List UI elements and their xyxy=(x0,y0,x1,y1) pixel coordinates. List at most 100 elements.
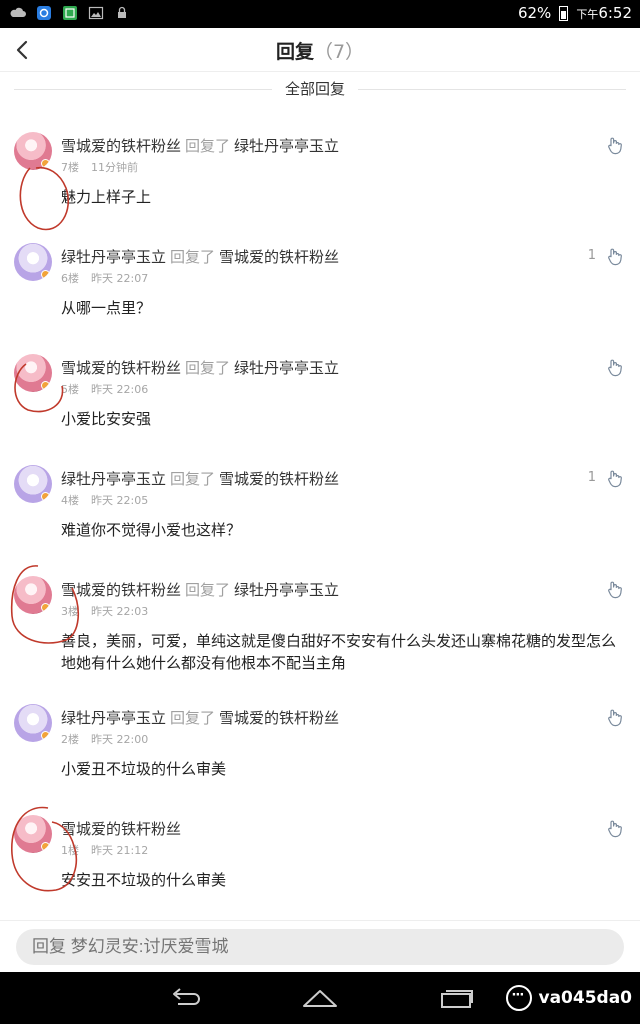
author-name[interactable]: 雪城爱的铁杆粉丝 xyxy=(61,820,181,838)
floor-number: 1楼 xyxy=(61,844,79,857)
reply-verb: 回复了 xyxy=(185,137,231,155)
reply-meta: 6楼 昨天 22:07 xyxy=(61,270,148,286)
avatar[interactable] xyxy=(14,243,52,281)
clock: 下午6:52 xyxy=(576,4,632,22)
reply-time: 昨天 22:05 xyxy=(91,494,149,507)
reply-text[interactable]: 小爱丑不垃圾的什么审美 xyxy=(61,758,627,780)
target-name[interactable]: 雪城爱的铁杆粉丝 xyxy=(219,248,339,266)
reply-verb: 回复了 xyxy=(170,470,216,488)
target-name[interactable]: 雪城爱的铁杆粉丝 xyxy=(219,709,339,727)
reply-count: （7） xyxy=(313,41,365,63)
like-hand-icon[interactable] xyxy=(606,579,624,599)
author-name[interactable]: 雪城爱的铁杆粉丝 xyxy=(61,359,181,377)
floor-number: 6楼 xyxy=(61,272,79,285)
system-back-icon[interactable] xyxy=(166,986,206,1010)
reply-header: 雪城爱的铁杆粉丝 回复了 绿牡丹亭亭玉立 xyxy=(61,579,339,600)
reply-meta: 2楼 昨天 22:00 xyxy=(61,731,148,747)
like-hand-icon[interactable] xyxy=(606,707,624,727)
floor-number: 3楼 xyxy=(61,605,79,618)
reply-verb: 回复了 xyxy=(185,359,231,377)
reply-input[interactable] xyxy=(16,929,624,965)
author-name[interactable]: 绿牡丹亭亭玉立 xyxy=(61,248,166,266)
author-name[interactable]: 雪城爱的铁杆粉丝 xyxy=(61,581,181,599)
reply-verb: 回复了 xyxy=(170,248,216,266)
lock-icon xyxy=(118,6,126,18)
battery-percent: 62% xyxy=(517,4,552,22)
time-value: 6:52 xyxy=(598,4,632,22)
reply-list: 雪城爱的铁杆粉丝 回复了 绿牡丹亭亭玉立 7楼 11分钟前 魅力上样子上 绿牡丹亭亭玉… xyxy=(0,124,640,918)
reply-item: 雪城爱的铁杆粉丝 回复了 绿牡丹亭亭玉立 5楼 昨天 22:06 小爱比安安强 xyxy=(0,346,640,457)
avatar[interactable] xyxy=(14,704,52,742)
author-name[interactable]: 雪城爱的铁杆粉丝 xyxy=(61,137,181,155)
watermark: va045da0 xyxy=(506,985,632,1011)
like-hand-icon[interactable] xyxy=(606,468,624,488)
like-hand-icon[interactable] xyxy=(606,246,624,266)
reply-header: 雪城爱的铁杆粉丝 回复了 绿牡丹亭亭玉立 xyxy=(61,135,339,156)
avatar[interactable] xyxy=(14,815,52,853)
floor-number: 5楼 xyxy=(61,383,79,396)
reply-meta: 1楼 昨天 21:12 xyxy=(61,842,148,858)
watermark-text: va045da0 xyxy=(538,988,632,1008)
avatar[interactable] xyxy=(14,576,52,614)
reply-meta: 7楼 11分钟前 xyxy=(61,159,138,175)
chat-bubble-icon xyxy=(506,985,533,1011)
reply-meta: 5楼 昨天 22:06 xyxy=(61,381,148,397)
reply-item: 雪城爱的铁杆粉丝 1楼 昨天 21:12 安安丑不垃圾的什么审美 xyxy=(0,807,640,918)
reply-text[interactable]: 从哪一点里？ xyxy=(61,297,627,319)
reply-meta: 4楼 昨天 22:05 xyxy=(61,492,148,508)
reply-text[interactable]: 难道你不觉得小爱也这样？ xyxy=(61,519,627,541)
reply-time: 11分钟前 xyxy=(91,161,138,174)
system-recent-apps-icon[interactable] xyxy=(436,986,476,1010)
divider-right xyxy=(358,89,626,90)
floor-number: 7楼 xyxy=(61,161,79,174)
reply-header: 雪城爱的铁杆粉丝 回复了 绿牡丹亭亭玉立 xyxy=(61,357,339,378)
reply-header: 绿牡丹亭亭玉立 回复了 雪城爱的铁杆粉丝 xyxy=(61,707,339,728)
reply-time: 昨天 22:03 xyxy=(91,605,149,618)
system-home-icon[interactable] xyxy=(300,986,340,1010)
target-name[interactable]: 绿牡丹亭亭玉立 xyxy=(234,137,339,155)
avatar-badge xyxy=(41,270,50,279)
target-name[interactable]: 绿牡丹亭亭玉立 xyxy=(234,359,339,377)
avatar-badge xyxy=(41,159,50,168)
section-title: 全部回复 xyxy=(284,80,345,98)
author-name[interactable]: 绿牡丹亭亭玉立 xyxy=(61,470,166,488)
avatar[interactable] xyxy=(14,354,52,392)
cloud-icon xyxy=(10,7,26,17)
system-nav-bar: va045da0 xyxy=(0,972,640,1024)
floor-number: 4楼 xyxy=(61,494,79,507)
avatar-badge xyxy=(41,492,50,501)
time-prefix: 下午 xyxy=(576,8,599,21)
reply-input-bar xyxy=(0,920,640,972)
reply-time: 昨天 22:00 xyxy=(91,733,149,746)
avatar[interactable] xyxy=(14,465,52,503)
divider-left xyxy=(14,89,272,90)
target-name[interactable]: 绿牡丹亭亭玉立 xyxy=(234,581,339,599)
like-count: 1 xyxy=(587,470,596,485)
reply-verb: 回复了 xyxy=(185,581,231,599)
notification-icons xyxy=(10,5,130,21)
reply-text[interactable]: 魅力上样子上 xyxy=(61,186,627,208)
avatar-badge xyxy=(41,731,50,740)
reply-meta: 3楼 昨天 22:03 xyxy=(61,603,148,619)
reply-text[interactable]: 善良，美丽，可爱，单纯这就是傻白甜好不安安有什么头发还山寨棉花糖的发型怎么地她有… xyxy=(61,630,627,674)
reply-time: 昨天 22:06 xyxy=(91,383,149,396)
like-hand-icon[interactable] xyxy=(606,818,624,838)
avatar-badge xyxy=(41,603,50,612)
nav-bar: 回复（7） xyxy=(0,28,640,72)
avatar[interactable] xyxy=(14,132,52,170)
app-q-icon xyxy=(37,6,51,20)
like-hand-icon[interactable] xyxy=(606,135,624,155)
battery-icon xyxy=(559,5,569,21)
target-name[interactable]: 雪城爱的铁杆粉丝 xyxy=(219,470,339,488)
reply-text[interactable]: 小爱比安安强 xyxy=(61,408,627,430)
page-title-text: 回复 xyxy=(275,41,314,63)
reply-item: 绿牡丹亭亭玉立 回复了 雪城爱的铁杆粉丝 4楼 昨天 22:05 难道你不觉得小爱也这… xyxy=(0,457,640,568)
reply-header: 绿牡丹亭亭玉立 回复了 雪城爱的铁杆粉丝 xyxy=(61,246,339,267)
image-icon xyxy=(88,6,104,20)
author-name[interactable]: 绿牡丹亭亭玉立 xyxy=(61,709,166,727)
reply-item: 绿牡丹亭亭玉立 回复了 雪城爱的铁杆粉丝 6楼 昨天 22:07 从哪一点里？ 1 xyxy=(0,235,640,346)
like-count: 1 xyxy=(587,248,596,263)
like-hand-icon[interactable] xyxy=(606,357,624,377)
reply-time: 昨天 21:12 xyxy=(91,844,149,857)
reply-text[interactable]: 安安丑不垃圾的什么审美 xyxy=(61,869,627,891)
